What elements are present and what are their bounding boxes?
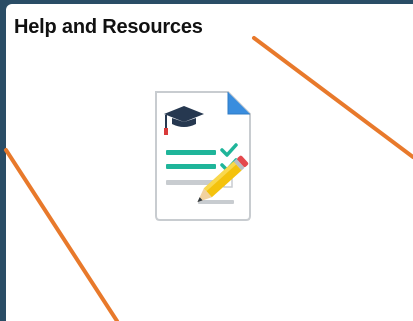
checklist-line-2 [166, 164, 216, 169]
document-fold-corner [228, 92, 250, 114]
tile-title: Help and Resources [14, 16, 203, 38]
checklist-line-4 [198, 200, 234, 204]
checklist-line-1 [166, 150, 216, 155]
help-and-resources-tile[interactable]: Help and Resources [6, 4, 413, 321]
document-checklist-icon [155, 91, 251, 221]
